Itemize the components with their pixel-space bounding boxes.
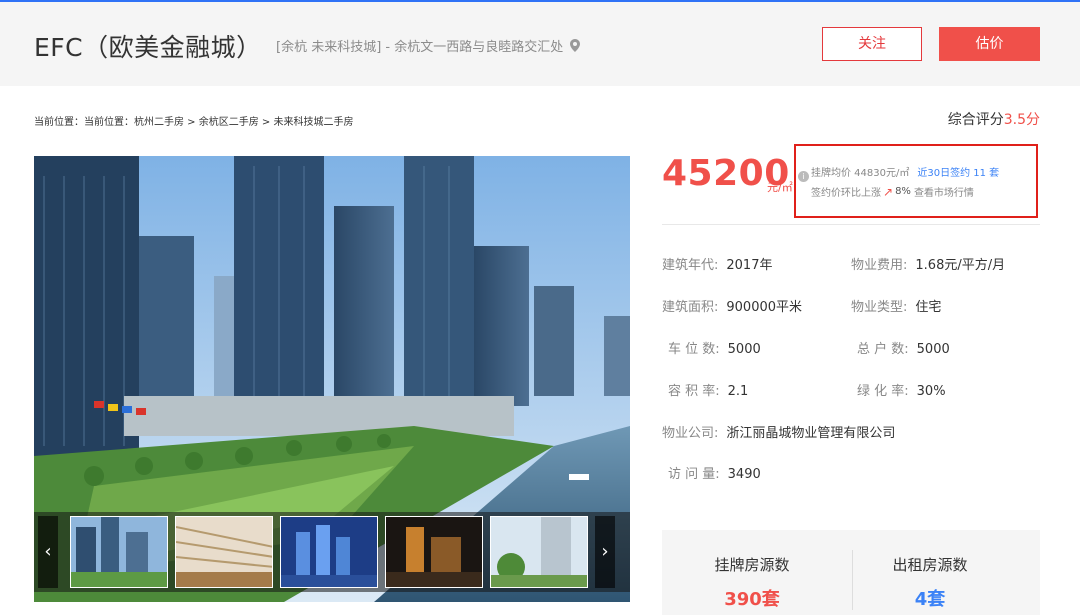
thumbnail[interactable] — [175, 516, 273, 588]
listing-average-text: 挂牌均价 44830元/㎡ — [811, 168, 910, 179]
prop-key: 物业费用: — [851, 258, 908, 273]
price-unit: 元/㎡ — [767, 181, 793, 194]
divider — [662, 224, 1040, 225]
prop-key: 绿 化 率: — [857, 384, 909, 399]
prop-key: 物业公司: — [662, 426, 719, 441]
follow-button[interactable]: 关注 — [822, 27, 922, 61]
prop-value: 2017年 — [726, 258, 773, 273]
market-trend-link[interactable]: 查看市场行情 — [914, 184, 974, 199]
thumbnail[interactable] — [385, 516, 483, 588]
prop-value: 1.68元/平方/月 — [915, 258, 1006, 273]
thumbnail[interactable] — [490, 516, 588, 588]
prop-value: 住宅 — [915, 300, 942, 315]
for-rent-label: 出租房源数 — [892, 556, 968, 574]
thumbnail[interactable] — [70, 516, 168, 588]
prop-key: 建筑年代: — [662, 258, 719, 273]
gallery-next-button[interactable]: › — [595, 516, 615, 588]
prop-value: 5000 — [916, 342, 950, 357]
prop-key: 容 积 率: — [668, 384, 720, 399]
listing-average: 挂牌均价 44830元/㎡ 近30日签约 11 套 — [811, 164, 999, 179]
page-title: EFC（欧美金融城） — [34, 33, 262, 62]
for-sale-count: 390套 — [724, 589, 780, 610]
for-rent-count: 4套 — [914, 589, 946, 610]
address-line: [余杭 未来科技城] - 余杭文一西路与良睦路交汇处 — [276, 36, 581, 55]
prop-value: 2.1 — [727, 384, 749, 399]
prop-value: 浙江丽晶城物业管理有限公司 — [726, 426, 896, 441]
prop-parking: 车 位 数: 5000 — [668, 338, 761, 357]
location-pin-icon — [570, 39, 581, 52]
price-trend: 签约价环比上涨 ↗ 8% 查看市场行情 — [811, 184, 974, 200]
for-sale-stat[interactable]: 挂牌房源数 390套 — [672, 554, 832, 611]
highlight-box — [794, 144, 1038, 218]
page-header: EFC（欧美金融城） [余杭 未来科技城] - 余杭文一西路与良睦路交汇处 关注… — [0, 2, 1080, 86]
for-rent-stat[interactable]: 出租房源数 4套 — [850, 554, 1010, 611]
price-trend-percent: 8% — [895, 186, 911, 197]
score-value: 3.5分 — [1003, 112, 1040, 128]
estimate-price-button[interactable]: 估价 — [939, 27, 1040, 61]
prop-value: 3490 — [727, 467, 761, 482]
prop-key: 建筑面积: — [662, 300, 719, 315]
prop-green-ratio: 绿 化 率: 30% — [857, 380, 946, 399]
prop-value: 900000平米 — [726, 300, 803, 315]
thumbnail[interactable] — [280, 516, 378, 588]
prop-key: 访 问 量: — [668, 467, 720, 482]
prop-key: 物业类型: — [851, 300, 908, 315]
prop-key: 总 户 数: — [857, 342, 909, 357]
score-label: 综合评分 — [947, 112, 1004, 128]
recent-deals-link[interactable]: 近30日签约 11 套 — [917, 168, 999, 179]
thumbnail-strip: ‹ › — [34, 512, 630, 592]
for-sale-label: 挂牌房源数 — [714, 556, 790, 574]
prop-build-year: 建筑年代: 2017年 — [662, 254, 772, 273]
address-text: [余杭 未来科技城] - 余杭文一西路与良睦路交汇处 — [276, 40, 564, 55]
overall-score: 综合评分3.5分 — [948, 109, 1040, 129]
up-arrow-icon: ↗ — [883, 184, 894, 199]
breadcrumb[interactable]: 当前位置：当前位置：杭州二手房 > 余杭区二手房 > 未来科技城二手房 — [34, 113, 353, 128]
prop-value: 5000 — [727, 342, 761, 357]
price-trend-label: 签约价环比上涨 — [811, 188, 881, 199]
prop-fee: 物业费用: 1.68元/平方/月 — [851, 254, 1005, 273]
prop-views: 访 问 量: 3490 — [668, 463, 761, 482]
prop-households: 总 户 数: 5000 — [857, 338, 950, 357]
prop-value: 30% — [916, 384, 946, 399]
gallery-prev-button[interactable]: ‹ — [38, 516, 58, 588]
prop-type: 物业类型: 住宅 — [851, 296, 941, 315]
prop-plot-ratio: 容 积 率: 2.1 — [668, 380, 748, 399]
prop-company: 物业公司: 浙江丽晶城物业管理有限公司 — [662, 422, 895, 441]
prop-area: 建筑面积: 900000平米 — [662, 296, 802, 315]
listing-stats: 挂牌房源数 390套 出租房源数 4套 — [662, 530, 1040, 615]
prop-key: 车 位 数: — [668, 342, 720, 357]
